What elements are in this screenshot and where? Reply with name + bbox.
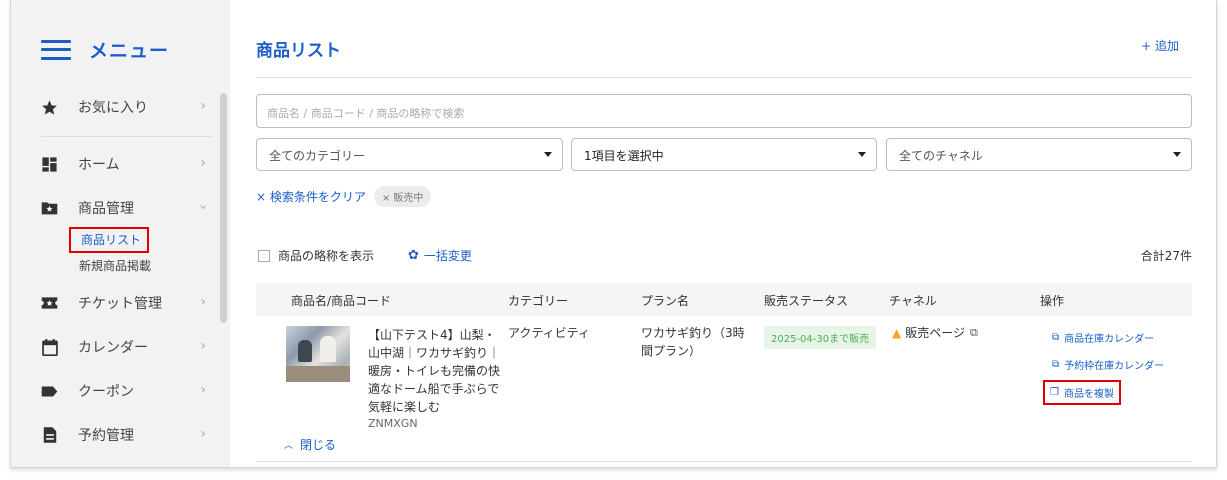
bulk-change-label: 一括変更 — [423, 249, 472, 263]
sidebar-item-home[interactable]: ホーム › — [41, 152, 206, 176]
row-divider — [256, 461, 1192, 462]
chevron-down-icon: › — [195, 204, 212, 210]
hamburger-icon[interactable] — [41, 39, 71, 60]
sidebar-item-label: 予約管理 — [78, 428, 134, 444]
status-badge: 2025-04-30まで販売 — [764, 326, 877, 349]
warning-icon: ▲ — [892, 325, 902, 340]
category-select[interactable]: 全てのカテゴリー — [256, 138, 563, 171]
title-divider — [256, 77, 1192, 78]
product-name[interactable]: 【山下テスト4】山梨・山中湖｜ワカサギ釣り｜暖房・トイレも完備の快適なドーム船で… — [368, 326, 500, 416]
filter-summary: × 検索条件をクリア × 販売中 — [256, 186, 432, 207]
product-category: アクティビティ — [508, 326, 590, 340]
sidebar-subitem-new-product[interactable]: 新規商品掲載 — [79, 257, 151, 274]
sidebar-item-label: クーポン — [78, 384, 134, 400]
sidebar-item-calendar[interactable]: カレンダー › — [41, 335, 206, 359]
chevron-right-icon: › — [200, 382, 206, 398]
show-abbrev-label[interactable]: 商品の略称を表示 — [278, 247, 374, 264]
duplicate-product-label: 商品を複製 — [1063, 389, 1114, 400]
collapse-label: 閉じる — [300, 438, 337, 452]
external-link-icon[interactable]: ⧉ — [970, 326, 978, 340]
sidebar-item-favorites[interactable]: お気に入り › — [41, 95, 206, 119]
channel-select[interactable]: 全てのチャネル — [886, 138, 1192, 171]
sidebar-item-ticket[interactable]: チケット管理 › — [41, 291, 206, 315]
chevron-right-icon: › — [200, 98, 206, 114]
sidebar-item-label: ホーム — [78, 157, 120, 173]
page-title: 商品リスト — [256, 41, 341, 61]
dashboard-icon — [41, 156, 58, 173]
sidebar-item-label: チケット管理 — [78, 296, 162, 312]
status-select[interactable]: 1項目を選択中 — [571, 138, 877, 171]
show-abbrev-checkbox[interactable] — [258, 249, 270, 262]
total-count: 合計27件 — [1140, 249, 1192, 263]
chevron-right-icon: › — [200, 155, 206, 171]
bulk-change-button[interactable]: ✿ 一括変更 — [408, 247, 472, 264]
table-header: 商品名/商品コード カテゴリー プラン名 販売ステータス チャネル 操作 — [256, 283, 1192, 316]
duplicate-product-button[interactable]: ❐ 商品を複製 — [1043, 380, 1121, 405]
external-link-icon: ⧉ — [1052, 359, 1060, 370]
app-window: メニュー お気に入り › ホーム › 商品管理 › 商品リスト 新規商品掲載 チ… — [10, 0, 1217, 468]
sidebar-item-coupon[interactable]: クーポン › — [41, 379, 206, 403]
collapse-button[interactable]: ︿ 閉じる — [284, 436, 336, 453]
menu-header[interactable]: メニュー — [41, 36, 169, 63]
channel-cell[interactable]: ▲ 販売ページ ⧉ — [892, 324, 978, 341]
gear-icon: ✿ — [408, 248, 419, 263]
column-header: カテゴリー — [508, 294, 569, 308]
chevron-right-icon: › — [200, 426, 206, 442]
ticket-icon — [41, 295, 58, 312]
sidebar-scrollbar[interactable] — [220, 93, 227, 323]
filter-chip-on-sale[interactable]: × 販売中 — [373, 186, 432, 207]
copy-icon: ❐ — [1050, 387, 1059, 398]
column-header: 商品名/商品コード — [291, 294, 392, 308]
caret-down-icon — [1173, 152, 1181, 157]
sidebar-divider — [41, 136, 211, 137]
sidebar-item-label: お気に入り — [78, 100, 148, 116]
column-header: 操作 — [1040, 294, 1065, 308]
sidebar-item-label: 商品管理 — [78, 201, 134, 217]
stock-calendar-link[interactable]: ⧉ 商品在庫カレンダー — [1052, 330, 1154, 345]
external-link-icon: ⧉ — [1052, 332, 1060, 343]
status-select-value: 1項目を選択中 — [584, 149, 664, 163]
calendar-icon — [41, 338, 58, 356]
slot-calendar-link[interactable]: ⧉ 予約枠在庫カレンダー — [1052, 357, 1164, 372]
column-header: プラン名 — [641, 294, 690, 308]
search-input[interactable]: 商品名 / 商品コード / 商品の略称で検索 — [256, 94, 1192, 128]
folder-star-icon — [41, 200, 58, 217]
clear-filters-link[interactable]: × 検索条件をクリア — [256, 188, 366, 205]
sidebar-subitem-product-list[interactable]: 商品リスト — [69, 227, 150, 253]
plan-name: ワカサギ釣り（3時間プラン） — [641, 326, 745, 358]
tag-icon — [41, 383, 58, 400]
chevron-right-icon: › — [200, 338, 206, 354]
list-options: 商品の略称を表示 ✿ 一括変更 合計27件 — [256, 247, 1192, 264]
product-code: ZNMXGN — [368, 417, 418, 430]
sidebar: メニュー お気に入り › ホーム › 商品管理 › 商品リスト 新規商品掲載 チ… — [11, 0, 230, 467]
chevron-up-icon: ︿ — [284, 441, 294, 451]
column-header: チャネル — [889, 294, 937, 308]
slot-calendar-label: 予約枠在庫カレンダー — [1064, 361, 1165, 372]
document-icon — [41, 427, 58, 444]
sidebar-item-product-management[interactable]: 商品管理 › — [41, 196, 211, 220]
star-icon — [41, 99, 58, 116]
caret-down-icon — [858, 152, 866, 157]
column-header: 販売ステータス — [764, 294, 849, 308]
category-select-value: 全てのカテゴリー — [269, 149, 366, 163]
chevron-right-icon: › — [200, 294, 206, 310]
main-content: 商品リスト + 追加 商品名 / 商品コード / 商品の略称で検索 全てのカテゴ… — [256, 0, 1193, 467]
product-thumbnail[interactable] — [286, 326, 350, 382]
sidebar-item-reservation[interactable]: 予約管理 › — [41, 423, 206, 447]
menu-title: メニュー — [89, 40, 170, 62]
sidebar-item-label: カレンダー — [78, 340, 148, 356]
add-button[interactable]: + 追加 — [1141, 37, 1179, 54]
channel-select-value: 全てのチャネル — [899, 149, 983, 163]
caret-down-icon — [544, 152, 552, 157]
stock-calendar-label: 商品在庫カレンダー — [1064, 334, 1155, 345]
channel-label: 販売ページ — [905, 326, 965, 340]
